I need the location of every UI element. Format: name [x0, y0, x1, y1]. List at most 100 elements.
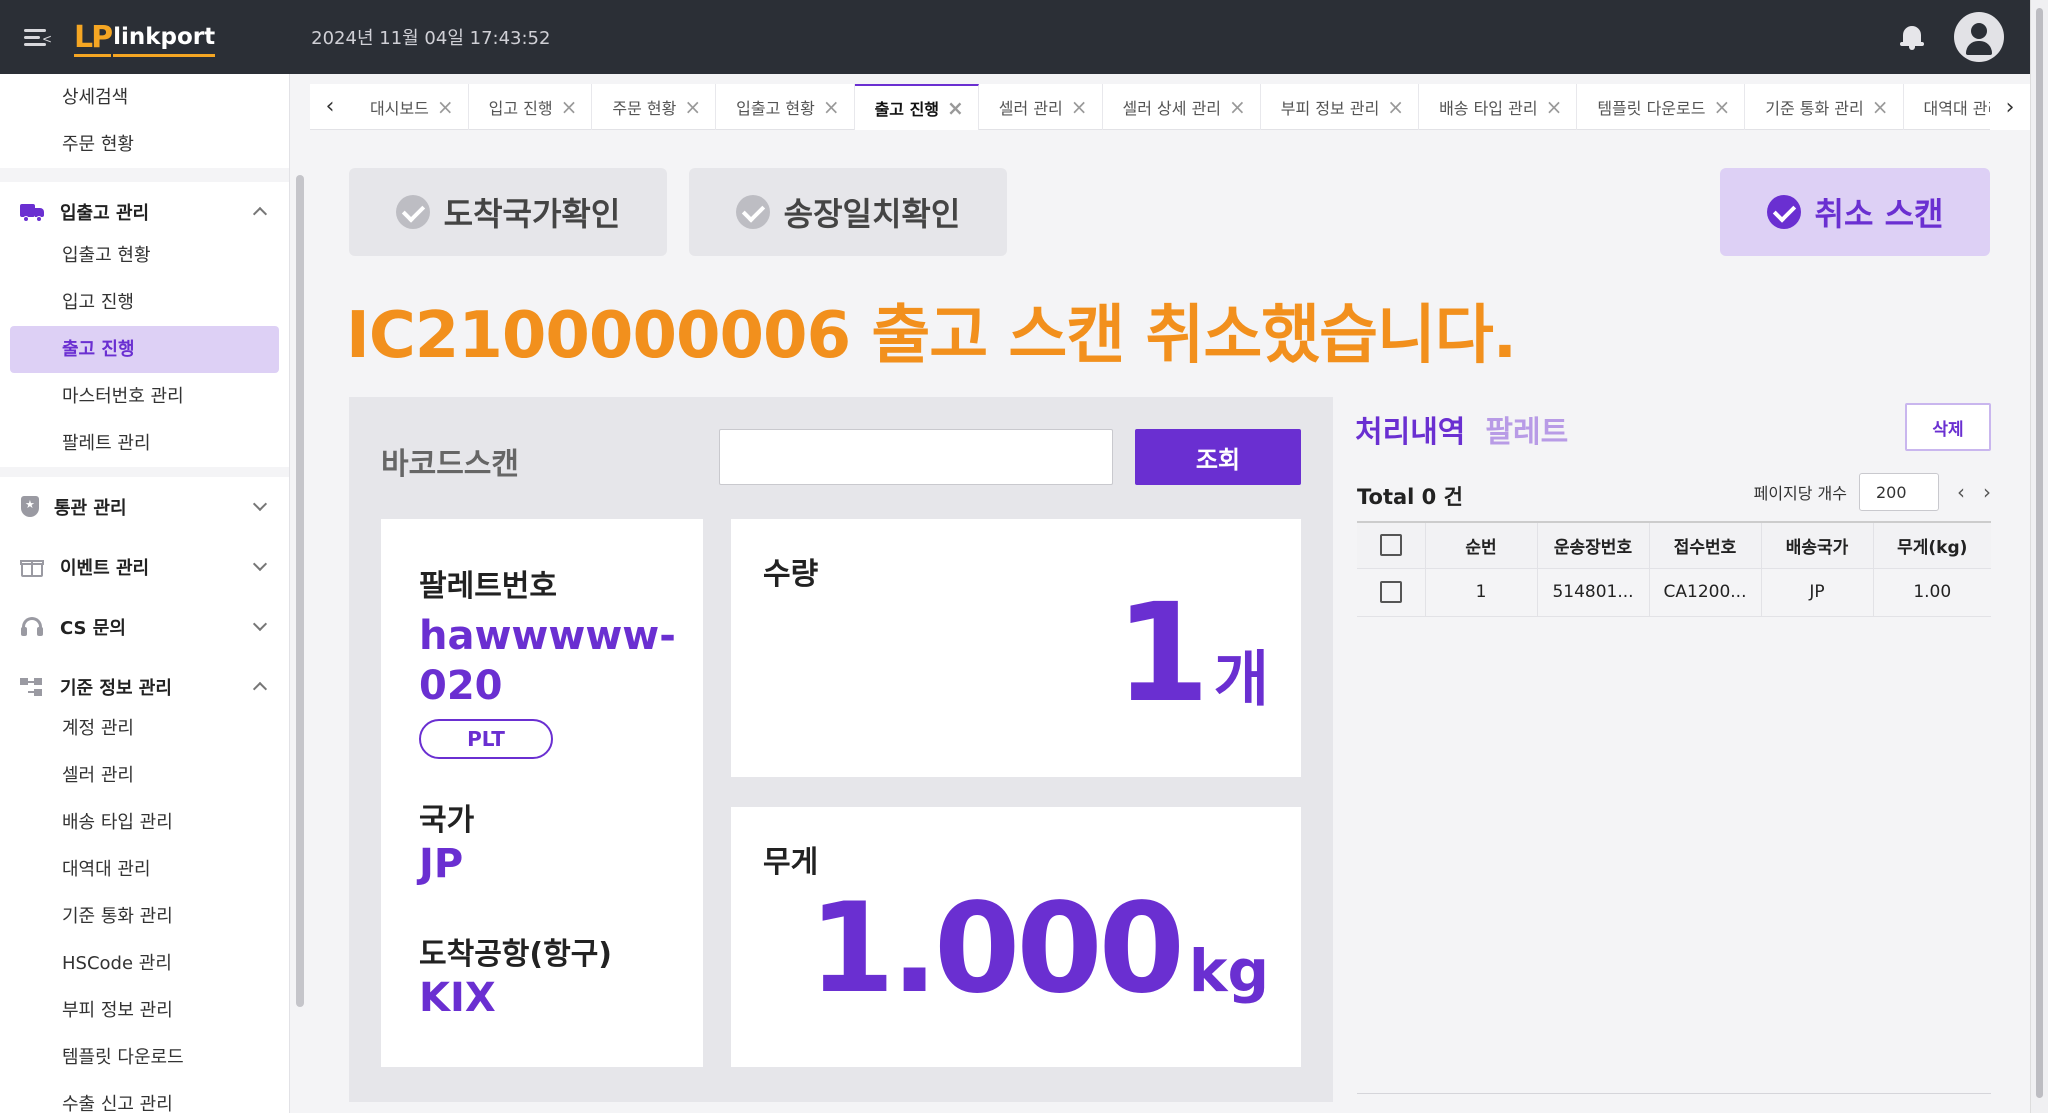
per-page-label: 페이지당 개수: [1753, 484, 1847, 503]
sidebar-group-event[interactable]: 이벤트 관리: [0, 537, 289, 597]
truck-icon: [20, 201, 46, 223]
shield-icon: [20, 496, 40, 518]
close-icon[interactable]: ×: [437, 95, 454, 119]
search-button[interactable]: 조회: [1135, 429, 1301, 485]
scan-panel: 바코드스캔 조회 팔레트번호 hawwwww-020 PLT 국가 JP 도착공…: [349, 397, 1333, 1102]
airport-label: 도착공항(항구): [419, 937, 613, 972]
arrival-country-check-button[interactable]: 도착국가확인: [349, 168, 667, 256]
table-cell: 1.00: [1873, 568, 1991, 617]
page-scrollbar[interactable]: [2030, 0, 2048, 1113]
sidebar: 상세검색 주문 현황 입출고 관리 입출고 현황 입고 진행 출고 진행 마스터…: [0, 74, 290, 1113]
sidebar-group-customs[interactable]: 통관 관리: [0, 477, 289, 537]
column-header[interactable]: 배송국가: [1761, 521, 1874, 569]
tab-outbound-progress[interactable]: 출고 진행 ×: [854, 83, 979, 130]
sidebar-item-band[interactable]: 대역대 관리: [0, 846, 289, 893]
tab-history[interactable]: 처리내역: [1355, 415, 1465, 450]
weight-display: 1.000 kg: [809, 877, 1269, 1021]
chevron-down-icon: [252, 616, 268, 632]
weight-label: 무게: [763, 845, 819, 880]
prev-page-icon[interactable]: ‹: [1957, 480, 1965, 504]
chevron-down-icon: [252, 556, 268, 572]
tab-currency[interactable]: 기준 통화 관리 ×: [1745, 83, 1904, 130]
sidebar-item-master-number[interactable]: 마스터번호 관리: [0, 373, 289, 420]
history-panel: 처리내역 팔레트 삭제 Total 0 건 페이지당 개수 200 ‹ › 순번 …: [1355, 397, 1991, 1097]
sidebar-group-master-data[interactable]: 기준 정보 관리: [0, 657, 289, 717]
headset-icon: [20, 616, 46, 638]
check-circle-icon: [735, 195, 770, 229]
tab-inout-status[interactable]: 입출고 현황 ×: [716, 83, 855, 130]
tab-bar: ‹ 대시보드 × 입고 진행 × 주문 현황 × 입출고 현황 × 출고 진행 × 셀러 …: [310, 83, 2030, 130]
close-icon[interactable]: ×: [823, 95, 840, 119]
tab-seller[interactable]: 셀러 관리 ×: [979, 83, 1103, 130]
next-page-icon[interactable]: ›: [1983, 480, 1991, 504]
user-avatar-icon[interactable]: [1954, 12, 2004, 62]
sidebar-item-template[interactable]: 템플릿 다운로드: [0, 1034, 289, 1081]
country-value: JP: [419, 841, 464, 887]
weight-card: 무게 1.000 kg: [731, 807, 1301, 1067]
sidebar-item-inbound-progress[interactable]: 입고 진행: [0, 279, 289, 326]
sidebar-scrollbar[interactable]: [296, 175, 304, 1007]
check-circle-icon: [395, 195, 430, 229]
airport-value: KIX: [419, 975, 496, 1021]
close-icon[interactable]: ×: [1872, 95, 1889, 119]
logo[interactable]: LP linkport: [74, 17, 216, 57]
sidebar-item-order-status[interactable]: 주문 현황: [0, 121, 289, 168]
tab-volume[interactable]: 부피 정보 관리 ×: [1261, 83, 1420, 130]
sidebar-item-volume[interactable]: 부피 정보 관리: [0, 987, 289, 1034]
sidebar-item-outbound-progress[interactable]: 출고 진행: [10, 326, 279, 373]
tab-seller-detail[interactable]: 셀러 상세 관리 ×: [1103, 83, 1261, 130]
sidebar-item-hscode[interactable]: HSCode 관리: [0, 940, 289, 987]
sidebar-item-delivery-type[interactable]: 배송 타입 관리: [0, 799, 289, 846]
sidebar-item-export-declaration[interactable]: 수출 신고 관리: [0, 1081, 289, 1113]
column-header[interactable]: 운송장번호: [1537, 521, 1650, 569]
close-icon[interactable]: ×: [684, 95, 701, 119]
sidebar-item-seller[interactable]: 셀러 관리: [0, 752, 289, 799]
close-icon[interactable]: ×: [1229, 95, 1246, 119]
weight-unit: kg: [1188, 937, 1269, 1005]
table-cell: 514801...: [1537, 568, 1650, 617]
tab-order-status[interactable]: 주문 현황 ×: [592, 83, 717, 130]
invoice-match-check-button[interactable]: 송장일치확인: [689, 168, 1007, 256]
chevron-down-icon: [252, 496, 268, 512]
sidebar-group-inout[interactable]: 입출고 관리: [0, 182, 289, 242]
sidebar-item-pallet[interactable]: 팔레트 관리: [0, 420, 289, 467]
table-row[interactable]: 1 514801... CA1200... JP 1.00: [1357, 568, 1991, 617]
cancel-scan-button[interactable]: 취소 스캔: [1720, 168, 1990, 256]
close-icon[interactable]: ×: [1546, 95, 1563, 119]
barcode-input[interactable]: [719, 429, 1113, 485]
close-icon[interactable]: ×: [947, 96, 964, 120]
close-icon[interactable]: ×: [1713, 95, 1730, 119]
per-page-control: 페이지당 개수 200 ‹ ›: [1754, 473, 1991, 511]
history-table: 순번 운송장번호 접수번호 배송국가 무게(kg) 1 514801... CA…: [1357, 521, 1991, 617]
sidebar-item-detail-search[interactable]: 상세검색: [0, 74, 289, 121]
notification-bell-icon[interactable]: [1900, 24, 1924, 50]
hierarchy-icon: [20, 676, 46, 698]
pallet-number-value: hawwwww-020: [419, 613, 676, 709]
row-checkbox[interactable]: [1379, 581, 1402, 603]
tab-dashboard[interactable]: 대시보드 ×: [350, 83, 469, 130]
tab-pallet[interactable]: 팔레트: [1485, 415, 1568, 450]
per-page-select[interactable]: 200: [1859, 473, 1939, 511]
tab-delivery-type[interactable]: 배송 타입 관리 ×: [1419, 83, 1578, 130]
close-icon[interactable]: ×: [561, 95, 578, 119]
column-header[interactable]: 순번: [1425, 521, 1538, 569]
close-icon[interactable]: ×: [1071, 95, 1088, 119]
quantity-value: 1: [1115, 575, 1210, 733]
column-header[interactable]: 무게(kg): [1873, 521, 1991, 569]
top-header: < LP linkport 2024년 11월 04일 17:43:52: [0, 0, 2030, 74]
close-icon[interactable]: ×: [1387, 95, 1404, 119]
select-all-checkbox[interactable]: [1379, 534, 1402, 557]
pallet-info-card: 팔레트번호 hawwwww-020 PLT 국가 JP 도착공항(항구) KIX: [381, 519, 703, 1067]
sidebar-group-cs[interactable]: CS 문의: [0, 597, 289, 657]
tab-template[interactable]: 템플릿 다운로드 ×: [1577, 83, 1746, 130]
weight-value: 1.000: [808, 877, 1185, 1021]
delete-button[interactable]: 삭제: [1905, 403, 1991, 451]
menu-collapse-icon[interactable]: <: [24, 25, 52, 49]
tab-scroll-right-icon[interactable]: ›: [1990, 84, 2030, 130]
tab-scroll-left-icon[interactable]: ‹: [310, 84, 350, 130]
sidebar-item-currency[interactable]: 기준 통화 관리: [0, 893, 289, 940]
tab-inbound-progress[interactable]: 입고 진행 ×: [469, 83, 593, 130]
column-header[interactable]: 접수번호: [1649, 521, 1762, 569]
check-circle-icon: [1766, 195, 1801, 229]
gift-icon: [20, 556, 46, 578]
